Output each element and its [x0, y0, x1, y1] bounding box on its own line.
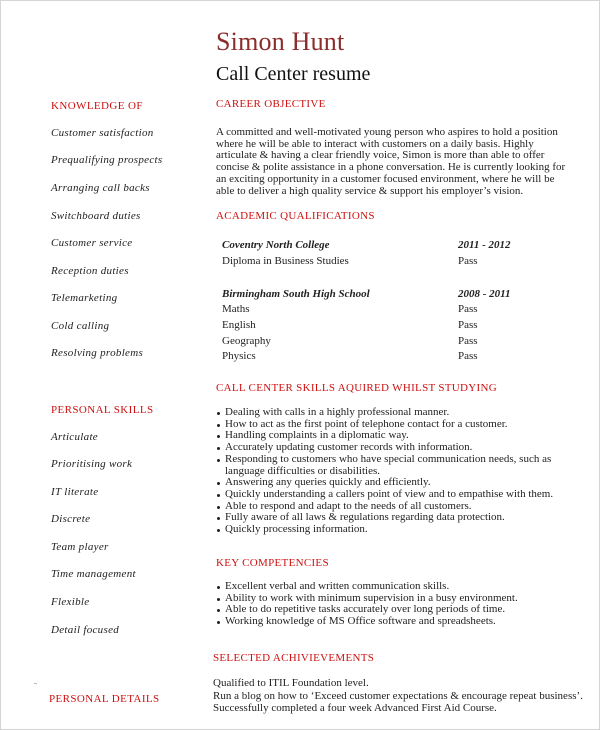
call-center-skills-heading: CALL CENTER SKILLS AQUIRED WHILST STUDYI…: [216, 382, 497, 394]
personal-skill-item: Articulate: [51, 431, 98, 443]
knowledge-item: Customer satisfaction: [51, 127, 154, 139]
subject-result: Pass: [458, 350, 478, 362]
key-competencies-list: Excellent verbal and written communicati…: [216, 580, 518, 628]
personal-skill-item: Team player: [51, 541, 109, 553]
divider-mark: [34, 683, 37, 684]
key-competencies-heading: KEY COMPETENCIES: [216, 557, 329, 569]
personal-skill-item: IT literate: [51, 486, 99, 498]
achievement-line: Successfully completed a four week Advan…: [213, 702, 497, 714]
knowledge-item: Cold calling: [51, 320, 110, 332]
achievements-heading: SELECTED ACHIVIEVEMENTS: [213, 652, 375, 664]
skill-bullet: Quickly processing information.: [216, 523, 553, 536]
skill-bullet: Dealing with calls in a highly professio…: [216, 406, 553, 419]
personal-skill-item: Detail focused: [51, 624, 120, 636]
achievement-line: Run a blog on how to ‘Exceed customer ex…: [213, 689, 583, 702]
subject-result: Pass: [458, 335, 478, 347]
resume-title: Call Center resume: [216, 63, 371, 85]
subject-result: Pass: [458, 255, 478, 267]
career-objective-heading: CAREER OBJECTIVE: [216, 98, 326, 110]
achievement-line: Qualified to ITIL Foundation level.: [213, 677, 369, 689]
subject-result: Pass: [458, 319, 478, 331]
institution-name: Birmingham South High School: [222, 288, 370, 300]
knowledge-item: Reception duties: [51, 265, 129, 277]
competency-bullet: Excellent verbal and written communicati…: [216, 580, 518, 593]
institution-years: 2011 - 2012: [458, 239, 511, 251]
objective-line: able to deliver a high quality service &…: [216, 184, 524, 197]
subject-result: Pass: [458, 303, 478, 315]
skill-bullet-text: Responding to customers who have special…: [225, 452, 552, 465]
subject-name: Diploma in Business Studies: [222, 255, 349, 267]
candidate-name: Simon Hunt: [216, 27, 345, 56]
resume-page: Simon Hunt Call Center resume KNOWLEDGE …: [0, 0, 600, 730]
personal-skill-item: Time management: [51, 568, 136, 580]
knowledge-item: Customer service: [51, 237, 133, 249]
knowledge-item: Resolving problems: [51, 347, 144, 359]
objective-line: A committed and well-motivated young per…: [216, 126, 558, 138]
subject-name: English: [222, 319, 256, 331]
academic-heading: ACADEMIC QUALIFICATIONS: [216, 210, 375, 222]
competency-bullet: Working knowledge of MS Office software …: [216, 615, 518, 628]
call-center-skills-list: Dealing with calls in a highly professio…: [216, 406, 553, 536]
skill-bullet-continuation: language difficulties or disabilities.: [225, 464, 380, 477]
personal-skill-item: Discrete: [51, 513, 91, 525]
subject-name: Maths: [222, 303, 250, 315]
knowledge-heading: KNOWLEDGE OF: [51, 100, 143, 112]
knowledge-item: Arranging call backs: [51, 182, 150, 194]
personal-skill-item: Prioritising work: [51, 458, 133, 470]
personal-skill-item: Flexible: [51, 596, 90, 608]
knowledge-item: Switchboard duties: [51, 210, 141, 222]
personal-details-heading: PERSONAL DETAILS: [49, 693, 160, 705]
objective-line: an exciting opportunity in a customer fo…: [216, 172, 555, 185]
career-objective-text: A committed and well-motivated young per…: [216, 126, 596, 197]
institution-years: 2008 - 2011: [458, 288, 511, 300]
skill-bullet: Responding to customers who have special…: [216, 452, 553, 477]
subject-name: Physics: [222, 350, 256, 362]
achievements-text: Qualified to ITIL Foundation level. Run …: [213, 677, 583, 715]
subject-name: Geography: [222, 335, 271, 347]
skill-bullet: Quickly understanding a callers point of…: [216, 488, 553, 501]
knowledge-item: Telemarketing: [51, 292, 118, 304]
institution-name: Coventry North College: [222, 239, 330, 251]
knowledge-item: Prequalifying prospects: [51, 154, 163, 166]
personal-skills-heading: PERSONAL SKILLS: [51, 404, 154, 416]
